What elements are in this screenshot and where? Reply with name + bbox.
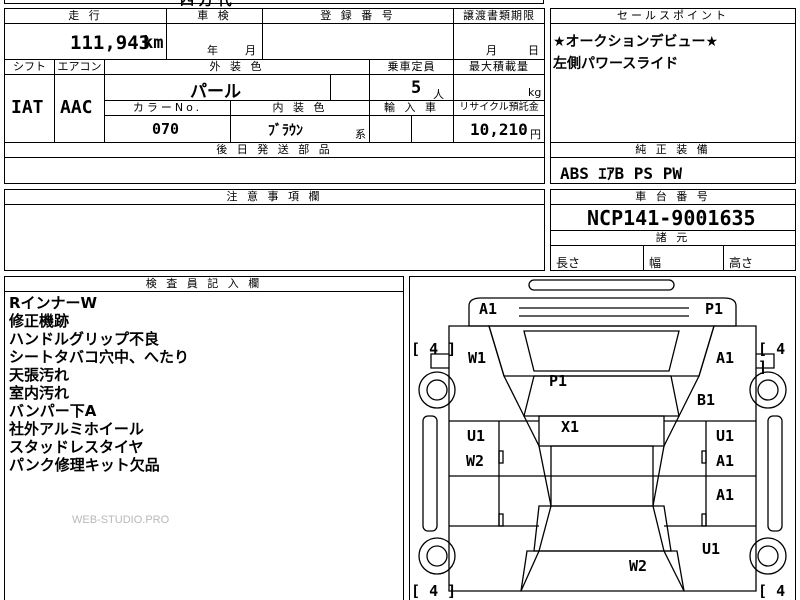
length-label: 長さ (556, 256, 581, 270)
note-line: パンク修理キット欠品 (9, 456, 160, 474)
interior-suffix: 系 (355, 128, 366, 141)
sales-line-2: 左側パワースライド (553, 56, 679, 72)
note-line: RインナーW (9, 294, 98, 312)
capacity-header: 乗車定員 (369, 59, 454, 75)
sales-header: セールスポイント (550, 8, 796, 24)
width-label: 幅 (649, 256, 662, 270)
mark-u1-left: U1 (467, 427, 486, 445)
interior-header: 内 装 色 (230, 100, 370, 116)
mark-a1-right: A1 (716, 349, 735, 367)
exterior-value: パール (190, 82, 241, 102)
later-parts-header: 後 日 発 送 部 品 (4, 142, 545, 158)
chassis-value: NCP141-9001635 (587, 206, 756, 230)
tire-rear-right: [ 4 ] (758, 582, 786, 600)
tire-rear-left-value: 4 (429, 582, 439, 600)
import-header: 輸 入 車 (369, 100, 454, 116)
mileage-header: 走 行 (4, 8, 167, 24)
note-line: 室内汚れ (9, 384, 70, 402)
tire-front-left-value: 4 (429, 340, 439, 358)
interior-value: ﾌﾞﾗｳﾝ (268, 123, 303, 139)
note-line: バンパー下A (9, 402, 97, 420)
registration-cell (262, 23, 454, 60)
tire-front-right-value: 4 (776, 340, 786, 358)
import-cell-b (411, 115, 454, 143)
tire-rear-left: [ 4 ] (411, 582, 457, 600)
mark-w2-left: W2 (466, 452, 485, 470)
mark-a1-right-mid: A1 (716, 452, 735, 470)
sales-box (550, 8, 796, 144)
inspector-header: 検 査 員 記 入 欄 (4, 276, 404, 292)
color-no-value: 070 (152, 120, 180, 138)
chassis-header: 車 台 番 号 (550, 189, 796, 205)
note-line: 天張汚れ (9, 366, 70, 384)
mark-w1-left: W1 (468, 349, 487, 367)
sales-line-1: ★オークションデビュー★ (553, 34, 719, 50)
note-line: 修正機跡 (9, 312, 70, 330)
max-load-header: 最大積載量 (453, 59, 545, 75)
shift-header: シフト (4, 59, 55, 75)
recycle-value: 10,210 (470, 120, 528, 139)
inspection-year-unit: 年 (207, 44, 218, 57)
recycle-header: リサイクル預託金 (453, 100, 545, 116)
mark-p1-right-top: P1 (705, 300, 724, 318)
inspection-header: 車 検 (166, 8, 263, 24)
mark-u1-right-lower: U1 (702, 540, 721, 558)
registration-header: 登 録 番 号 (262, 8, 454, 24)
mark-b1-right: B1 (697, 391, 716, 409)
color-no-header: カラーNo. (104, 100, 231, 116)
transfer-day-unit: 日 (528, 44, 539, 57)
tire-front-left: [ 4 ] (411, 340, 457, 358)
height-label: 高さ (729, 256, 754, 270)
max-load-unit: kg (528, 86, 542, 99)
import-cell-a (369, 115, 412, 143)
capacity-value: 5 (411, 78, 422, 98)
exterior-header: 外 装 色 (104, 59, 370, 75)
mark-a1-right-lower: A1 (716, 486, 735, 504)
inspection-month-unit: 月 (245, 44, 256, 57)
note-line: スタッドレスタイヤ (9, 438, 144, 456)
mark-w2-bottom: W2 (629, 557, 648, 575)
mileage-unit: km (143, 33, 164, 53)
caution-header: 注 意 事 項 欄 (4, 189, 545, 205)
tire-rear-right-value: 4 (776, 582, 786, 600)
equipment-header: 純 正 装 備 (550, 142, 796, 158)
aircon-header: エアコン (54, 59, 105, 75)
dimensions-header: 諸 元 (550, 230, 796, 246)
recycle-unit: 円 (530, 128, 541, 141)
note-line: ハンドルグリップ不良 (9, 330, 160, 348)
mark-x1-center: X1 (561, 418, 580, 436)
mileage-value: 111,943 (70, 32, 151, 54)
inspector-notes: RインナーW 修正機跡 ハンドルグリップ不良 シートタバコ穴中、へたり 天張汚れ… (9, 294, 189, 474)
transfer-header: 譲渡書類期限 (453, 8, 545, 24)
exterior-side-cell (330, 74, 370, 101)
equipment-value: ABS ｴｱB PS PW (560, 164, 682, 183)
shift-value: IAT (11, 97, 44, 118)
mark-u1-right: U1 (716, 427, 735, 445)
mark-p1-center: P1 (549, 372, 568, 390)
tire-front-right: [ 4 ] (758, 340, 786, 376)
watermark: WEB-STUDIO.PRO (72, 514, 170, 526)
aircon-value: AAC (60, 97, 93, 118)
top-partial-row (4, 0, 544, 4)
note-line: シートタバコ穴中、へたり (9, 348, 190, 366)
transfer-month-unit: 月 (486, 44, 497, 57)
mark-a1-left-top: A1 (479, 300, 498, 318)
note-line: 社外アルミホイール (9, 420, 144, 438)
